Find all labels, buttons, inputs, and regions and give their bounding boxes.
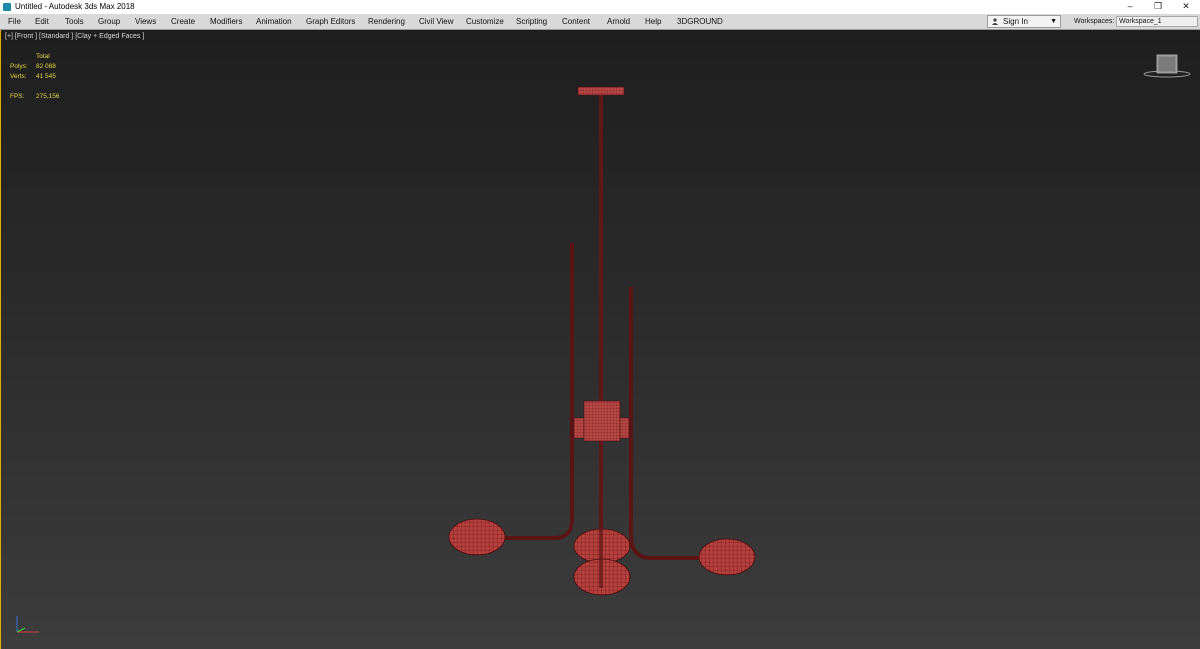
menu-customize[interactable]: Customize bbox=[466, 14, 504, 29]
workspace-select[interactable]: Workspace_1 bbox=[1116, 16, 1198, 27]
menu-content[interactable]: Content bbox=[562, 14, 590, 29]
menu-file[interactable]: File bbox=[8, 14, 21, 29]
ceiling-canopy bbox=[577, 86, 625, 96]
right-arm bbox=[629, 287, 701, 560]
right-lamp-shade bbox=[698, 538, 756, 576]
user-icon bbox=[992, 18, 998, 25]
axis-tripod-icon bbox=[16, 616, 39, 633]
hub-center-block bbox=[583, 400, 621, 442]
sign-in-dropdown[interactable]: Sign In ▼ bbox=[987, 15, 1061, 28]
menu-create[interactable]: Create bbox=[171, 14, 195, 29]
menu-arnold[interactable]: Arnold bbox=[607, 14, 630, 29]
menu-bar: File Edit Tools Group Views Create Modif… bbox=[0, 14, 1200, 30]
menu-rendering[interactable]: Rendering bbox=[368, 14, 405, 29]
minimize-button[interactable]: – bbox=[1116, 0, 1144, 14]
left-arm bbox=[504, 243, 574, 540]
menu-modifiers[interactable]: Modifiers bbox=[210, 14, 242, 29]
front-viewport[interactable]: [+] [Front ] [Standard ] [Clay + Edged F… bbox=[0, 30, 1200, 649]
central-rod bbox=[599, 95, 603, 565]
sign-in-label: Sign In bbox=[1003, 17, 1028, 26]
restore-button[interactable]: ❐ bbox=[1144, 0, 1172, 14]
menu-edit[interactable]: Edit bbox=[35, 14, 49, 29]
left-lamp-shade bbox=[448, 518, 506, 556]
chandelier-model[interactable] bbox=[1, 30, 1199, 649]
chevron-down-icon: ▼ bbox=[1050, 18, 1057, 25]
close-button[interactable]: ✕ bbox=[1172, 0, 1200, 14]
title-bar: Untitled - Autodesk 3ds Max 2018 – ❐ ✕ bbox=[0, 0, 1200, 14]
menu-views[interactable]: Views bbox=[135, 14, 156, 29]
app-icon bbox=[3, 3, 11, 11]
menu-help[interactable]: Help bbox=[645, 14, 661, 29]
window-title: Untitled - Autodesk 3ds Max 2018 bbox=[15, 2, 135, 11]
menu-group[interactable]: Group bbox=[98, 14, 120, 29]
menu-3dground[interactable]: 3DGROUND bbox=[677, 14, 723, 29]
menu-scripting[interactable]: Scripting bbox=[516, 14, 547, 29]
workspaces-label: Workspaces: bbox=[1074, 18, 1115, 25]
menu-animation[interactable]: Animation bbox=[256, 14, 292, 29]
menu-tools[interactable]: Tools bbox=[65, 14, 84, 29]
menu-civil-view[interactable]: Civil View bbox=[419, 14, 454, 29]
menu-graph-editors[interactable]: Graph Editors bbox=[306, 14, 355, 29]
